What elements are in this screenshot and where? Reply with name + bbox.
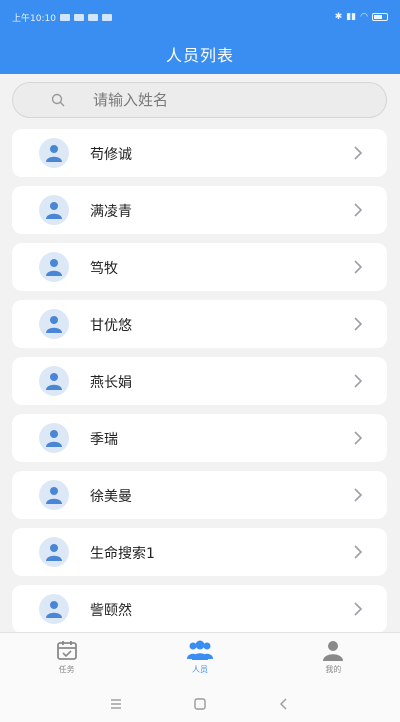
avatar	[39, 594, 69, 624]
avatar	[39, 423, 69, 453]
search-input[interactable]	[93, 91, 386, 109]
list-item-name: 訾颐然	[90, 603, 132, 619]
notification-icon	[87, 13, 98, 21]
list-item[interactable]: 苟修诚	[12, 129, 387, 177]
status-right: ✱ ▮▮ ◠	[335, 12, 388, 22]
list-item-name: 满凌青	[90, 204, 132, 220]
person-icon	[46, 373, 62, 390]
person-icon	[46, 544, 62, 561]
chevron-right-icon	[354, 488, 363, 502]
home-icon[interactable]	[193, 697, 207, 711]
notification-icon	[59, 13, 70, 21]
list-item-name: 燕长娟	[90, 375, 132, 391]
back-icon[interactable]	[277, 697, 291, 711]
chevron-right-icon	[354, 146, 363, 160]
list-item-name: 甘优悠	[90, 318, 132, 334]
tab-people[interactable]: 人员	[133, 633, 266, 686]
bottom-tab-bar: 任务 人员 我的	[0, 632, 400, 686]
person-icon	[46, 202, 62, 219]
person-icon	[323, 641, 344, 661]
list-item[interactable]: 满凌青	[12, 186, 387, 234]
list-item-name: 生命搜索1	[90, 546, 155, 562]
chevron-right-icon	[354, 431, 363, 445]
tab-label: 任务	[58, 665, 75, 674]
wifi-icon: ◠	[360, 12, 368, 22]
chevron-right-icon	[354, 317, 363, 331]
list-item-name: 季瑞	[90, 432, 118, 448]
system-nav-bar	[0, 686, 400, 722]
people-group-icon	[186, 640, 213, 660]
signal-icon: ▮▮	[346, 12, 357, 22]
person-icon	[46, 316, 62, 333]
list-item[interactable]: 訾颐然	[12, 585, 387, 633]
person-icon	[46, 259, 62, 276]
person-icon	[46, 487, 62, 504]
list-item[interactable]: 生命搜索1	[12, 528, 387, 576]
calendar-task-icon	[56, 641, 77, 660]
avatar	[39, 195, 69, 225]
person-icon	[46, 601, 62, 618]
search-icon	[51, 93, 65, 107]
avatar	[39, 537, 69, 567]
avatar	[39, 366, 69, 396]
tab-profile[interactable]: 我的	[267, 633, 400, 686]
list-item[interactable]: 燕长娟	[12, 357, 387, 405]
page-title: 人员列表	[165, 46, 234, 65]
tab-tasks[interactable]: 任务	[0, 633, 133, 686]
avatar	[39, 480, 69, 510]
status-time: 上午10:10	[12, 13, 56, 24]
notification-icon	[101, 13, 112, 21]
list-item-name: 笃牧	[90, 261, 118, 277]
list-item-name: 苟修诚	[90, 147, 132, 163]
notification-icon	[73, 13, 84, 21]
chevron-right-icon	[354, 374, 363, 388]
app-header: 上午10:10 ✱ ▮▮ ◠ 人员列表	[0, 0, 400, 74]
chevron-right-icon	[354, 602, 363, 616]
list-item[interactable]: 笃牧	[12, 243, 387, 291]
people-list: 苟修诚 满凌青 笃牧 甘优悠 燕长娟 季瑞 徐美曼 生命搜索1 訾颐然	[12, 129, 387, 642]
chevron-right-icon	[354, 545, 363, 559]
chevron-right-icon	[354, 203, 363, 217]
person-icon	[46, 430, 62, 447]
search-bar[interactable]	[12, 82, 387, 118]
list-item-name: 徐美曼	[90, 489, 132, 505]
status-left: 上午10:10	[12, 11, 112, 24]
bluetooth-icon: ✱	[334, 12, 343, 22]
menu-icon[interactable]	[109, 697, 123, 711]
avatar	[39, 309, 69, 339]
tab-label: 我的	[325, 665, 342, 674]
tab-label: 人员	[191, 665, 208, 674]
list-item[interactable]: 甘优悠	[12, 300, 387, 348]
avatar	[39, 138, 69, 168]
list-item[interactable]: 季瑞	[12, 414, 387, 462]
list-item[interactable]: 徐美曼	[12, 471, 387, 519]
person-icon	[46, 145, 62, 162]
battery-icon	[372, 13, 388, 21]
chevron-right-icon	[354, 260, 363, 274]
avatar	[39, 252, 69, 282]
status-bar: 上午10:10 ✱ ▮▮ ◠	[0, 0, 400, 34]
